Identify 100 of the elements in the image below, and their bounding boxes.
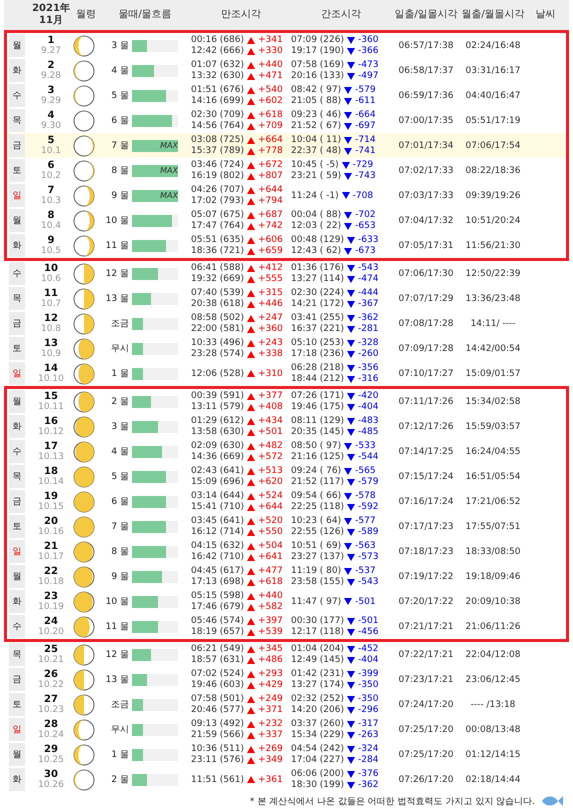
date-number: 7: [48, 184, 54, 196]
tide-time: 07:26 (171): [291, 391, 344, 401]
tide-time: 01:07 (632): [191, 60, 244, 70]
tide-change: +269: [258, 744, 283, 754]
weekday-label: 화: [9, 59, 25, 82]
lunar-date: 9.27: [40, 46, 62, 56]
tide-label: 10 물: [104, 215, 129, 227]
tide-time: 08:42 ( 97): [291, 85, 342, 95]
tide-change: -501: [358, 616, 378, 626]
lunar-date: 10.9: [40, 348, 62, 360]
tide-label: 6 물: [110, 115, 129, 127]
tide-change: -573: [358, 552, 378, 562]
tide-time: 01:51 (676): [191, 85, 244, 95]
tide-label: 5 물: [110, 471, 129, 483]
weekday-label: 월: [9, 34, 25, 57]
tide-label: 4 물: [110, 446, 129, 458]
tide-time: 01:42 (231): [291, 669, 344, 679]
tide-change: +337: [258, 730, 283, 740]
tide-time: 01:29 (612): [191, 416, 244, 426]
tide-time: 10:23 ( 64): [291, 516, 342, 526]
date-number: 8: [48, 210, 54, 220]
tide-time: 15:41 (710): [191, 502, 244, 512]
tide-time: 05:15 (598): [191, 591, 244, 601]
tide-change: +687: [258, 210, 283, 220]
sunrise-sunset-time: 07:04/17:32: [398, 216, 454, 226]
tide-time: 00:30 (177): [291, 616, 344, 626]
tide-bar: MAX: [132, 140, 178, 152]
down-triangle-icon: [344, 598, 352, 605]
weekday-label: 화: [9, 590, 25, 613]
tide-change: +360: [258, 324, 283, 334]
column-header: 월령: [75, 9, 97, 21]
sunrise-sunset-time: 07:08/17:28: [398, 318, 454, 328]
tide-time: 20:46 (577): [191, 705, 244, 715]
tide-time: 12:06 (528): [191, 368, 244, 378]
tide-time: 14:36 (669): [191, 452, 244, 462]
tide-time: 21:16 (125): [291, 452, 344, 462]
tide-change: -284: [358, 755, 378, 765]
lunar-date: 10.12: [38, 426, 64, 438]
weekday-label: 목: [9, 643, 25, 666]
date-number: 17: [44, 440, 58, 452]
moonrise-moonset-time: 22:04/12:08: [464, 650, 522, 660]
tide-label: 조금: [110, 318, 129, 330]
tide-time: 22:37 ( 48): [291, 146, 342, 156]
weekday-label: 일: [9, 184, 25, 207]
tide-label: 9 물: [110, 571, 129, 583]
tide-time: 19:46 (175): [291, 402, 344, 412]
tide-time: 07:40 (539): [191, 288, 244, 298]
tide-time: 17:13 (698): [191, 577, 244, 587]
moonrise-moonset-time: 00:08/13:48: [464, 724, 522, 734]
moonrise-moonset-time: 11:56/21:30: [464, 240, 522, 250]
tide-time: 02:30 (224): [291, 288, 344, 298]
lunar-date: 10.14: [38, 476, 64, 488]
lunar-date: 10.20: [38, 626, 64, 638]
tide-time: 21:52 ( 67): [291, 121, 342, 131]
tide-change: +513: [258, 466, 283, 476]
lunar-date: 10.21: [38, 654, 64, 666]
tide-time: 21:59 (566): [191, 730, 244, 740]
tide-time: 12:42 (666): [191, 46, 244, 56]
date-number: 26: [44, 668, 58, 680]
tide-time: 13:27 (174): [291, 680, 344, 690]
sunrise-sunset-time: 07:15/17:24: [398, 472, 454, 482]
tide-time: 11:24 ( -1): [291, 190, 339, 200]
weekday-label: 토: [9, 159, 25, 182]
tide-time: 03:08 (725): [191, 135, 244, 145]
sunrise-sunset-time: 07:25/17:20: [398, 724, 454, 734]
tide-time: 02:30 (709): [191, 110, 244, 120]
tide-change: +412: [258, 263, 283, 273]
tide-change: -260: [358, 349, 378, 359]
tide-time: 14:16 (699): [191, 96, 244, 106]
tide-change: -456: [358, 627, 378, 637]
tide-change: -592: [358, 502, 378, 512]
lunar-date: 10.24: [38, 730, 64, 740]
date-number: 14: [44, 362, 58, 374]
sunrise-sunset-time: 07:19/17:22: [398, 572, 454, 582]
tide-change: -404: [358, 655, 378, 665]
sunrise-sunset-time: 07:10/17:27: [398, 368, 454, 378]
tide-change: +482: [258, 441, 283, 451]
date-number: 15: [44, 390, 58, 402]
tide-change: -579: [355, 85, 376, 95]
date-number: 1: [48, 34, 54, 46]
tide-change: -577: [355, 516, 376, 526]
moonrise-moonset-time: 09:39/19:26: [464, 190, 522, 200]
weekday-label: 일: [9, 362, 25, 385]
tide-time: 12:49 (145): [291, 655, 344, 665]
lunar-date: 10.26: [38, 780, 64, 790]
tide-time: 18:57 (631): [191, 655, 244, 665]
tide-change: -533: [355, 441, 376, 451]
tide-time: 06:21 (549): [191, 644, 244, 654]
tide-change: -296: [358, 705, 378, 715]
header-month: 11月: [39, 15, 63, 27]
lunar-date: 10.17: [38, 552, 64, 562]
sunrise-sunset-time: 07:23/17:21: [398, 674, 454, 684]
tide-time: 22:55 (126): [291, 527, 344, 537]
tide-time: 00:04 ( 88): [291, 210, 342, 220]
tide-change: -420: [358, 391, 378, 401]
weekday-label: 토: [9, 693, 25, 716]
moonrise-moonset-time: 02:18/14:44: [464, 774, 522, 784]
lunar-date: 10.5: [40, 246, 62, 256]
tide-time: 00:48 (129): [291, 235, 344, 245]
lunar-date: 10.11: [38, 402, 64, 412]
